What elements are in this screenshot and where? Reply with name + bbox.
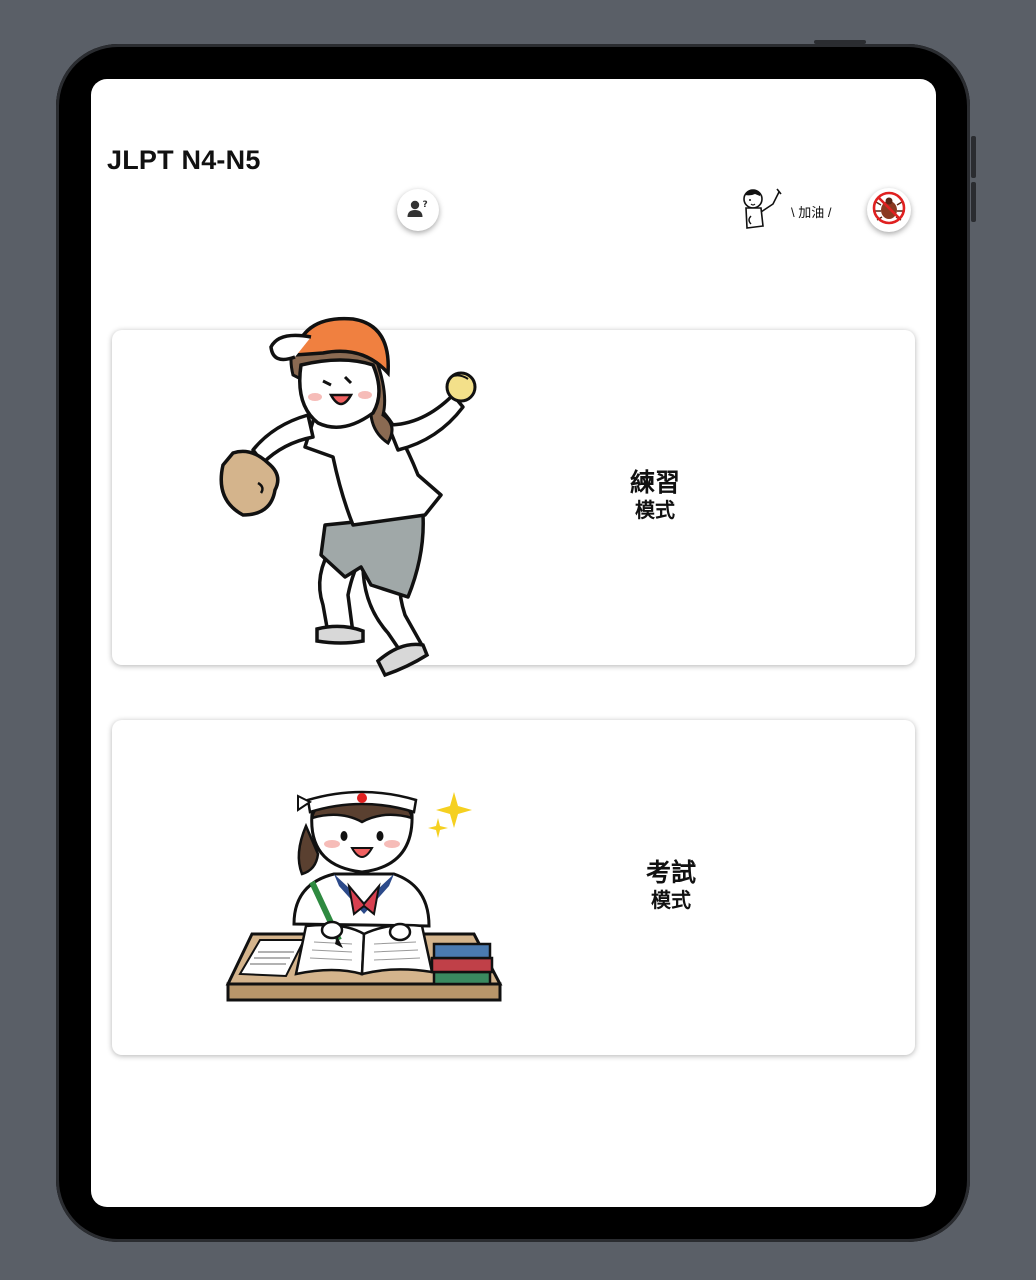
svg-text:?: ? bbox=[423, 200, 428, 210]
practice-mode-label: 練習 模式 bbox=[610, 468, 700, 522]
device-volume-down bbox=[971, 182, 976, 222]
device-volume-up bbox=[971, 136, 976, 178]
cheer-text: \ 加油 / bbox=[791, 204, 832, 220]
person-question-icon: ? bbox=[406, 198, 430, 223]
pointing-boy-icon bbox=[739, 186, 783, 237]
practice-label-sub: 模式 bbox=[635, 498, 675, 522]
no-ads-button[interactable] bbox=[867, 188, 911, 232]
baseball-girl-illustration bbox=[213, 315, 503, 680]
cheer-banner: \ 加油 / bbox=[739, 187, 849, 235]
practice-label-main: 練習 bbox=[629, 468, 680, 497]
app-title: JLPT N4-N5 bbox=[107, 145, 261, 175]
exam-mode-label: 考試 模式 bbox=[626, 858, 716, 912]
account-help-button[interactable]: ? bbox=[397, 189, 439, 231]
app-screen: JLPT N4-N5 ? \ 加油 / 練習 模式 考試 模式 bbox=[91, 79, 936, 1207]
exam-label-sub: 模式 bbox=[651, 888, 691, 912]
studying-girl-illustration bbox=[224, 774, 504, 1004]
no-bug-icon bbox=[872, 191, 906, 230]
exam-label-main: 考試 bbox=[645, 858, 696, 887]
